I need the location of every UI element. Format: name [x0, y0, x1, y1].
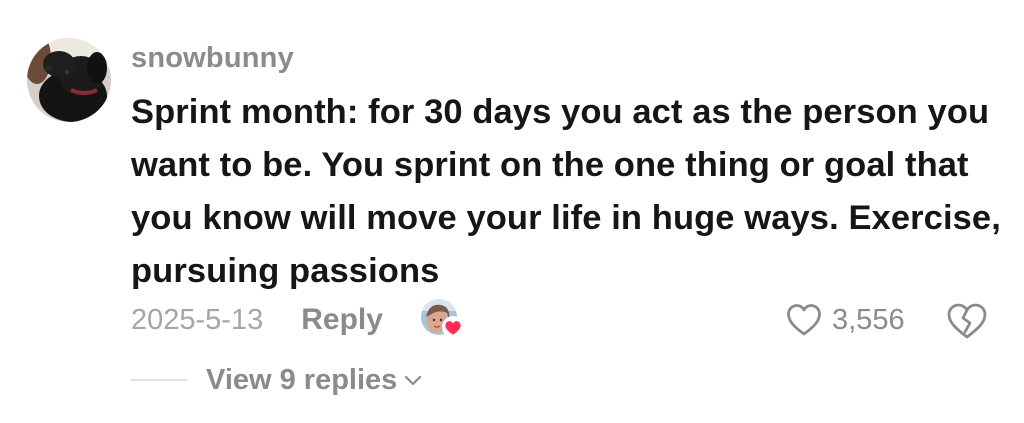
replies-row: View 9 replies [131, 360, 423, 400]
broken-heart-icon[interactable] [946, 302, 988, 340]
chevron-down-icon [405, 375, 422, 386]
creator-liked-indicator [420, 299, 464, 341]
avatar[interactable] [27, 38, 111, 122]
comment-username[interactable]: snowbunny [131, 40, 294, 76]
heart-icon [441, 316, 464, 338]
like-button[interactable]: 3,556 [786, 298, 905, 342]
heart-outline-icon [787, 304, 821, 336]
like-count: 3,556 [832, 303, 905, 336]
view-replies-button[interactable]: View 9 replies [206, 364, 423, 397]
reply-button[interactable]: Reply [301, 303, 383, 337]
view-replies-label: View 9 replies [206, 363, 398, 396]
replies-divider [131, 379, 187, 381]
comment-date: 2025-5-13 [131, 303, 264, 336]
comment-meta-row: 2025-5-13 Reply [131, 298, 464, 342]
comment-text: Sprint month: for 30 days you act as the… [131, 93, 1001, 290]
avatar-photo [27, 38, 111, 122]
